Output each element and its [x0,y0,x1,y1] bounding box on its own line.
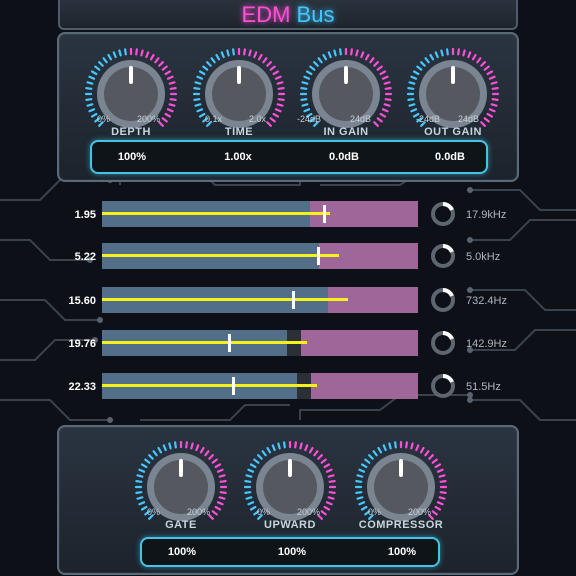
top-readout-box: 100% 1.00x 0.0dB 0.0dB [90,140,488,174]
band-value[interactable]: 19.76 [60,338,96,350]
gate-max-label: 200% [187,507,211,517]
band-bar-range [311,373,418,399]
compressor-label: COMPRESSOR [358,519,444,531]
time-label: TIME [224,126,254,138]
bottom-panel: 0% 200% 0% 200% 0% 200% GATE UPWARD COMP… [57,425,519,575]
depth-min-label: 0% [97,114,111,124]
band-slider-handle[interactable] [317,247,320,265]
compressor-min-label: 0% [368,507,382,517]
gate-label: GATE [165,519,197,531]
upward-value[interactable]: 100% [252,546,332,558]
band-row: 19.76 142.9Hz [0,330,576,360]
in-gain-min-label: -24dB [297,114,322,124]
band-frequency-knob-icon[interactable] [430,330,456,356]
upward-label: UPWARD [264,519,316,531]
time-min-label: 0.1x [205,114,223,124]
band-frequency-knob-icon[interactable] [430,201,456,227]
band-value[interactable]: 5.22 [60,251,96,263]
band-row: 22.33 51.5Hz [0,373,576,403]
band-frequency-knob-icon[interactable] [430,287,456,313]
band-level-line [102,254,339,257]
band-value[interactable]: 15.60 [60,295,96,307]
upward-min-label: 0% [257,507,271,517]
band-slider-handle[interactable] [323,205,326,223]
title-edm: EDM [241,2,291,27]
band-frequency-label: 17.9kHz [466,209,507,221]
band-row: 5.22 5.0kHz [0,243,576,273]
out-gain-label: OUT GAIN [424,126,482,138]
top-panel: 0% 200% 0.1x 2.0x -24dB 24dB -24dB 24dB … [57,32,519,182]
out-gain-max-label: 24dB [458,114,480,124]
gate-value[interactable]: 100% [142,546,222,558]
band-level-line [102,298,348,301]
band-frequency-knob-icon[interactable] [430,373,456,399]
band-frequency-label: 51.5Hz [466,381,501,393]
band-row: 1.95 17.9kHz [0,201,576,231]
band-level-line [102,212,330,215]
band-row: 15.60 732.4Hz [0,287,576,317]
band-frequency-label: 732.4Hz [466,295,507,307]
time-max-label: 2.0x [249,114,267,124]
depth-label: DEPTH [111,126,151,138]
depth-max-label: 200% [137,114,161,124]
band-slider-handle[interactable] [232,377,235,395]
bottom-readout-box: 100% 100% 100% [140,537,440,567]
time-value[interactable]: 1.00x [198,151,278,163]
compressor-max-label: 200% [408,507,432,517]
band-value[interactable]: 1.95 [60,209,96,221]
band-frequency-knob-icon[interactable] [430,243,456,269]
in-gain-max-label: 24dB [350,114,372,124]
band-frequency-label: 142.9Hz [466,338,507,350]
band-slider-handle[interactable] [228,334,231,352]
band-level-line [102,341,307,344]
upward-max-label: 200% [297,507,321,517]
band-value[interactable]: 22.33 [60,381,96,393]
gate-min-label: 0% [147,507,161,517]
band-slider-handle[interactable] [292,291,295,309]
out-gain-value[interactable]: 0.0dB [410,151,490,163]
title-bus: Bus [296,2,335,27]
band-bar-range [301,330,418,356]
in-gain-value[interactable]: 0.0dB [304,151,384,163]
in-gain-label: IN GAIN [323,126,369,138]
compressor-value[interactable]: 100% [362,546,442,558]
band-level-line [102,384,317,387]
title-bar: EDM Bus [58,0,518,30]
band-frequency-label: 5.0kHz [466,251,501,263]
depth-value[interactable]: 100% [92,151,172,163]
out-gain-min-label: -24dB [416,114,441,124]
